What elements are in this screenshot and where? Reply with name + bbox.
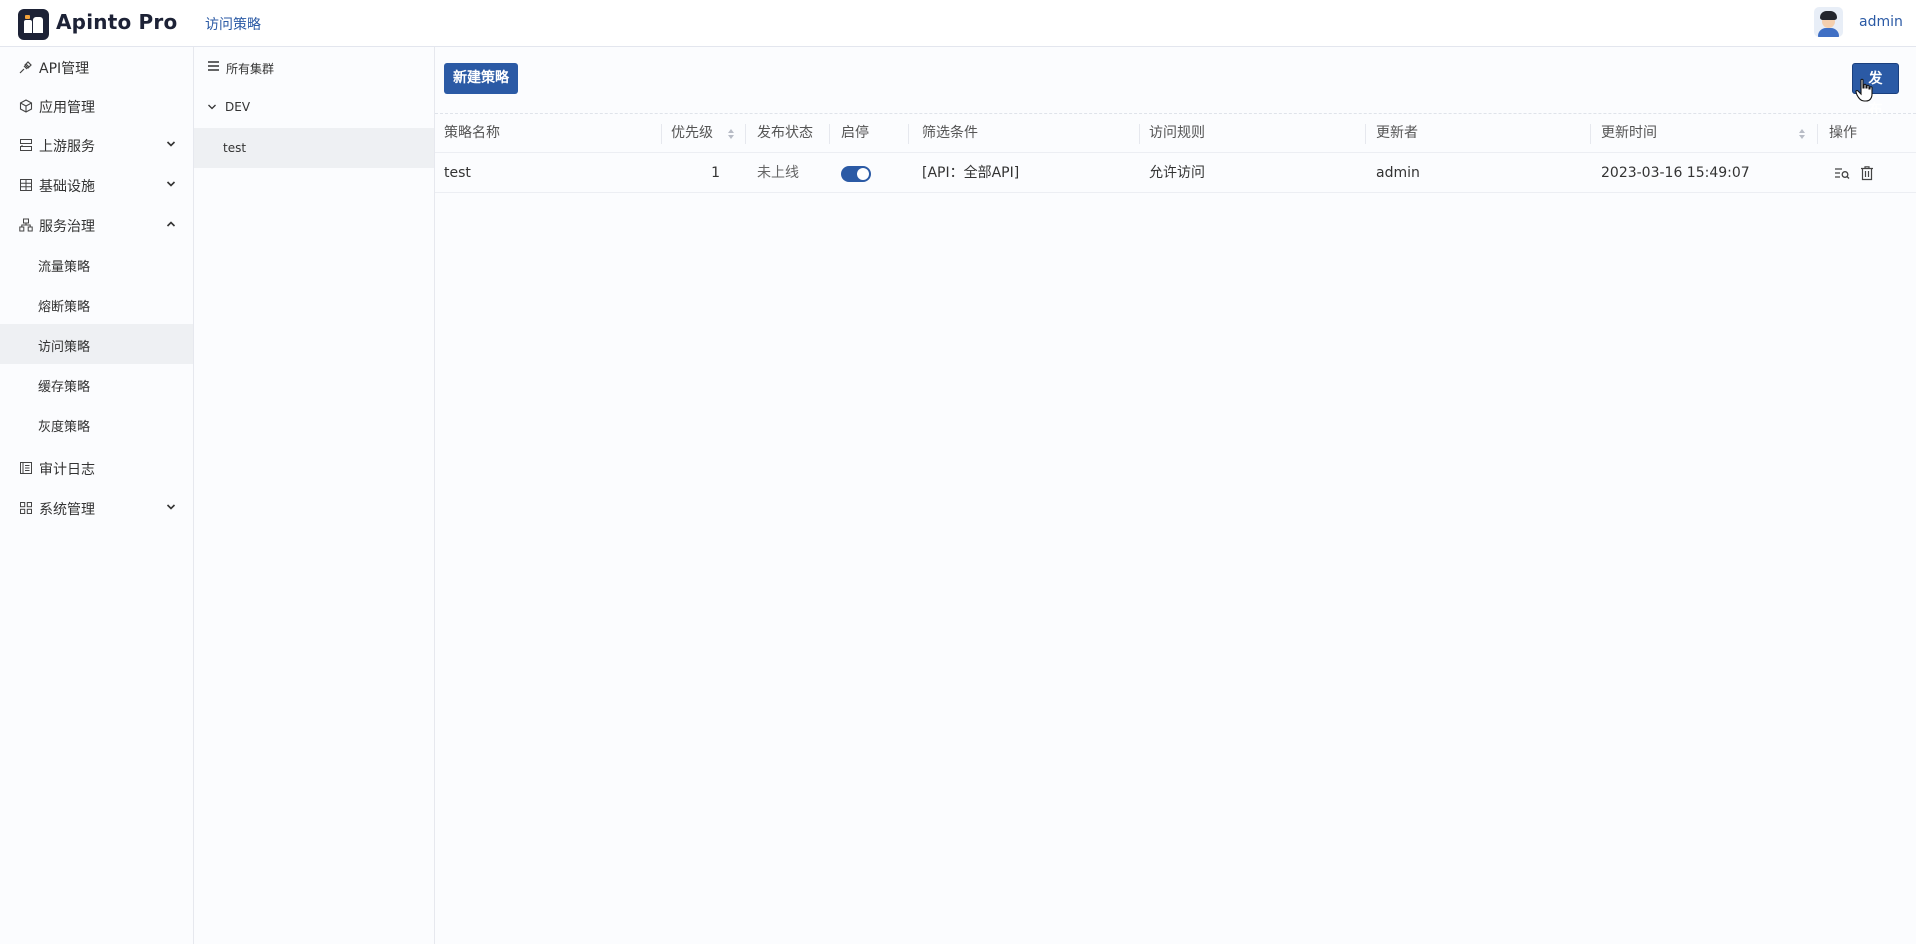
- column-separator: [1590, 114, 1591, 153]
- menu-icon: [208, 61, 219, 71]
- chevron-down-icon: [208, 104, 216, 110]
- sort-icon[interactable]: [727, 128, 735, 140]
- new-policy-button[interactable]: 新建策略: [444, 63, 518, 94]
- plug-icon: [19, 61, 32, 74]
- avatar[interactable]: [1814, 7, 1843, 37]
- sidebar-item-label: 系统管理: [39, 502, 95, 518]
- sidebar-subitem-label: 熔断策略: [38, 300, 91, 315]
- cube-icon: [19, 99, 33, 113]
- enable-toggle[interactable]: [841, 166, 871, 182]
- chevron-down-icon: [166, 504, 176, 510]
- sidebar-subitem-access[interactable]: 访问策略: [0, 324, 193, 364]
- sidebar-item-audit[interactable]: 审计日志: [0, 448, 194, 488]
- column-separator: [745, 114, 746, 153]
- column-header-filter: 筛选条件: [922, 125, 978, 141]
- sidebar-item-label: 应用管理: [39, 100, 95, 116]
- column-header-actions: 操作: [1829, 125, 1857, 141]
- cell-status: 未上线: [757, 165, 799, 181]
- sidebar-item-label: API管理: [39, 61, 90, 77]
- sidebar-subitem-label: 灰度策略: [38, 420, 91, 435]
- cluster-item-test[interactable]: test: [194, 128, 434, 168]
- hand-cursor-icon: [1855, 78, 1873, 102]
- cell-priority: 1: [711, 165, 720, 181]
- cluster-group-label: DEV: [225, 100, 251, 114]
- cluster-item-label: test: [223, 141, 247, 155]
- column-separator: [829, 114, 830, 153]
- column-separator: [1365, 114, 1366, 153]
- sidebar-item-label: 基础设施: [39, 179, 95, 195]
- column-header-updater: 更新者: [1376, 125, 1418, 141]
- sidebar-item-label: 审计日志: [39, 462, 95, 478]
- cell-name: test: [444, 165, 471, 181]
- table-header: 策略名称 优先级 发布状态 启停 筛选条件 访问规则 更新者 更新时间 操作: [435, 113, 1916, 153]
- sidebar-subitem-label: 缓存策略: [38, 380, 91, 395]
- sidebar-item-label: 服务治理: [39, 219, 95, 235]
- sidebar-item-governance[interactable]: 服务治理: [0, 205, 194, 245]
- sidebar-item-infra[interactable]: 基础设施: [0, 165, 194, 205]
- cluster-all-label: 所有集群: [226, 62, 275, 76]
- chevron-down-icon: [166, 141, 176, 147]
- sort-icon[interactable]: [1798, 128, 1806, 140]
- chevron-up-icon: [166, 221, 176, 227]
- sidebar-subitem-traffic[interactable]: 流量策略: [0, 244, 193, 284]
- column-separator: [1139, 114, 1140, 153]
- cluster-tree: 所有集群 DEV test: [194, 47, 435, 944]
- breadcrumb: 访问策略: [205, 17, 261, 33]
- column-separator: [908, 114, 909, 153]
- sidebar-item-label: 上游服务: [39, 139, 95, 155]
- brand-name: Apinto Pro: [56, 10, 178, 34]
- cell-updater: admin: [1376, 165, 1420, 181]
- column-header-status: 发布状态: [757, 125, 813, 141]
- delete-icon[interactable]: [1859, 165, 1875, 181]
- sidebar-item-api[interactable]: API管理: [0, 47, 194, 87]
- column-separator: [661, 114, 662, 153]
- sidebar-subitem-cache[interactable]: 缓存策略: [0, 364, 193, 404]
- apps-icon: [20, 502, 32, 514]
- sidebar-subitem-label: 流量策略: [38, 260, 91, 275]
- top-bar: Apinto Pro 访问策略 admin: [0, 0, 1916, 47]
- cluster-group-dev[interactable]: DEV: [194, 87, 434, 127]
- server-icon: [20, 139, 32, 151]
- cluster-all-item[interactable]: 所有集群: [194, 47, 434, 87]
- cell-rule: 允许访问: [1149, 165, 1205, 181]
- hierarchy-icon: [19, 218, 33, 232]
- cell-filter: [API：全部API]: [922, 165, 1020, 181]
- column-header-enabled: 启停: [841, 125, 869, 141]
- sidebar-subitem-circuit-breaker[interactable]: 熔断策略: [0, 284, 193, 324]
- sidebar-subitem-gray[interactable]: 灰度策略: [0, 404, 193, 444]
- column-header-updated-at[interactable]: 更新时间: [1601, 114, 1751, 153]
- table-row[interactable]: test 1 未上线 [API：全部API] 允许访问 admin 2023-0…: [435, 153, 1916, 193]
- grid-icon: [20, 179, 32, 191]
- main-content: 新建策略 发布 策略名称 优先级 发布状态 启停 筛选条件 访问规则 更新者 更…: [435, 47, 1916, 944]
- user-name[interactable]: admin: [1859, 14, 1903, 30]
- sidebar-item-apps[interactable]: 应用管理: [0, 86, 194, 126]
- column-header-rule: 访问规则: [1149, 125, 1205, 141]
- cell-updated-at: 2023-03-16 15:49:07: [1601, 165, 1750, 181]
- sidebar-subitem-label: 访问策略: [38, 340, 91, 355]
- sidebar: API管理 应用管理 上游服务 基础设施 服务治理 流量策略 熔断策略 访问策略…: [0, 47, 194, 944]
- column-separator: [1817, 114, 1818, 153]
- log-icon: [20, 462, 32, 474]
- sidebar-item-system[interactable]: 系统管理: [0, 488, 194, 528]
- logo-icon[interactable]: [18, 9, 49, 40]
- chevron-down-icon: [166, 181, 176, 187]
- sidebar-item-upstream[interactable]: 上游服务: [0, 125, 194, 165]
- view-detail-icon[interactable]: [1834, 165, 1850, 181]
